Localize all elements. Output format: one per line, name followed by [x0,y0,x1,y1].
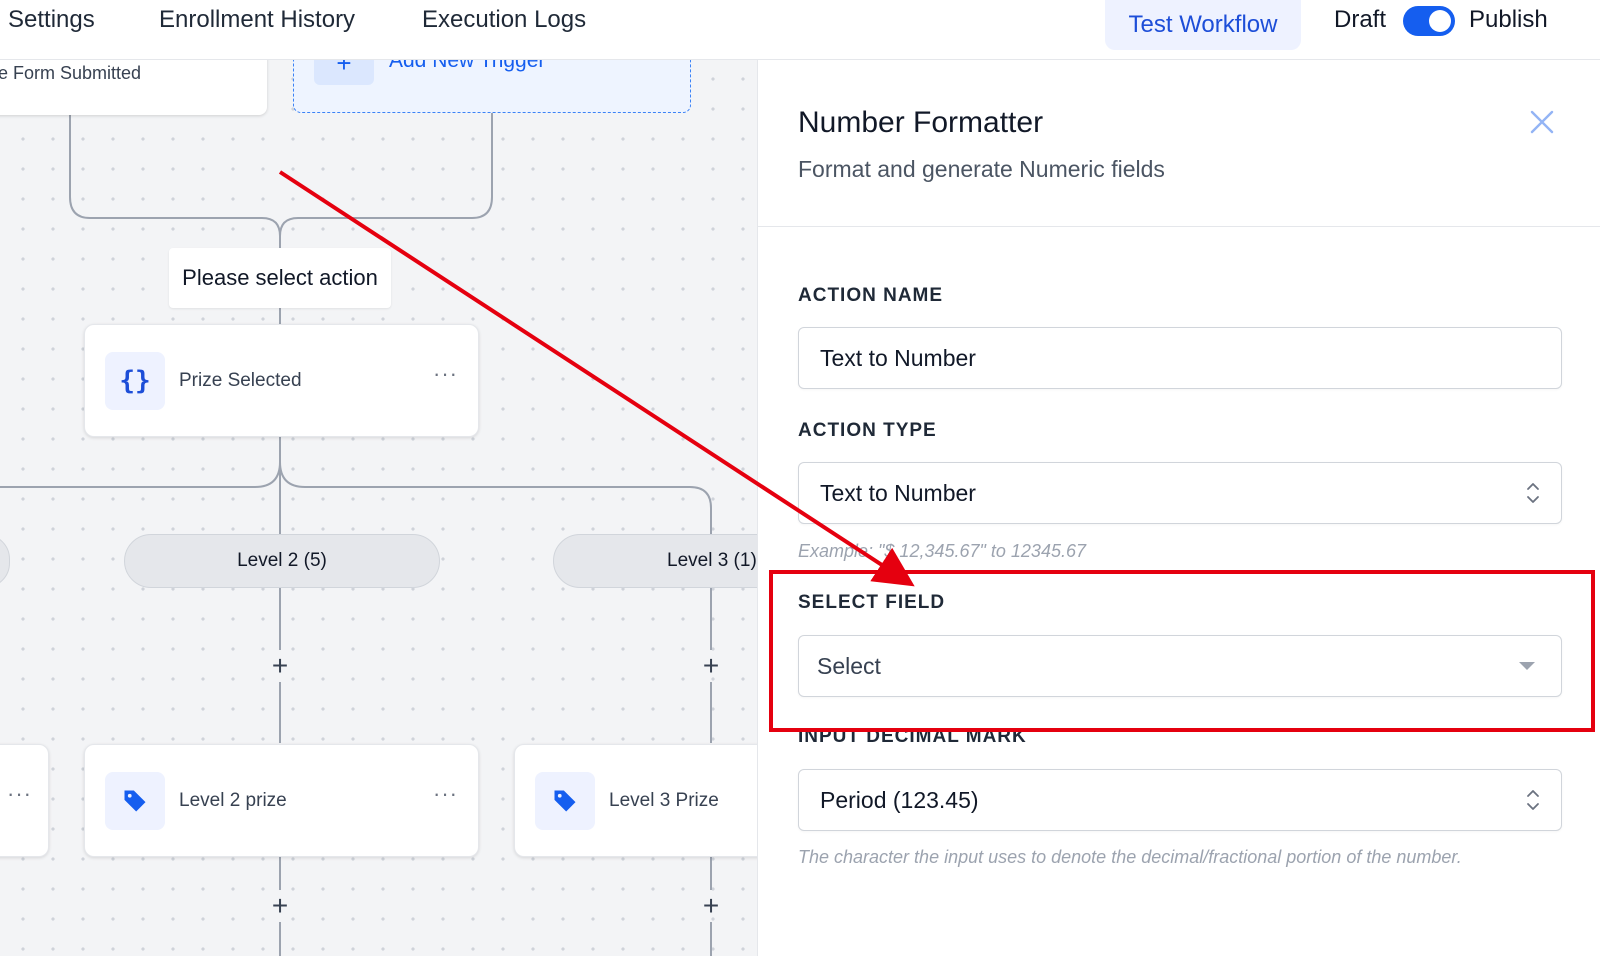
branch-label: Level 3 (1) [667,550,757,571]
add-step-plus-icon[interactable]: + [265,650,295,681]
draft-label: Draft [1334,6,1387,33]
action-type-select[interactable]: Text to Number [798,462,1562,524]
level-3-prize-node[interactable]: Level 3 Prize [514,744,757,857]
chevron-up-down-icon [1527,483,1539,503]
tab-enrollment-history[interactable]: Enrollment History [159,6,355,34]
panel-title: Number Formatter [798,106,1044,139]
please-select-action-text: Please select action [182,265,378,290]
action-type-value: Text to Number [820,479,976,506]
tag-icon [535,772,595,830]
branch-pill-level2[interactable]: Level 2 (5) [124,534,440,588]
caret-down-icon [1519,662,1535,670]
trigger-card-label: e Form Submitted [0,63,142,83]
select-field-label: SELECT FIELD [798,592,946,613]
trigger-card[interactable]: e Form Submitted [0,60,267,115]
top-bar: Settings Enrollment History Execution Lo… [0,0,1600,60]
connector-trigger-right [279,113,493,237]
more-options-icon[interactable]: ··· [433,361,458,387]
chevron-up-down-icon [1527,790,1539,810]
more-options-icon[interactable]: ··· [433,781,458,807]
workflow-canvas[interactable]: e Form Submitted + Add New Trigger Pleas… [0,60,757,956]
close-icon[interactable] [1528,108,1556,136]
add-step-plus-icon[interactable]: + [696,890,726,921]
add-step-plus-icon[interactable]: + [265,890,295,921]
panel-divider [758,226,1600,227]
level-2-prize-node[interactable]: Level 2 prize ··· [84,744,479,857]
prize-selected-node[interactable]: {} Prize Selected ··· [84,324,479,437]
tab-settings[interactable]: Settings [8,6,95,34]
connector-trigger-left [69,115,281,248]
add-step-plus-icon[interactable]: + [696,650,726,681]
toggle-knob [1429,10,1451,32]
decimal-mark-label: INPUT DECIMAL MARK [798,726,1027,747]
connector-split-left [0,437,281,488]
decimal-mark-hint: The character the input uses to denote t… [798,847,1462,867]
test-workflow-label: Test Workflow [1128,11,1278,38]
panel-subtitle: Format and generate Numeric fields [798,156,1165,182]
plus-icon: + [314,60,374,85]
action-name-input[interactable]: Text to Number [798,327,1562,389]
branch-pill-level3[interactable]: Level 3 (1) [553,534,757,588]
braces-icon: {} [105,352,165,410]
please-select-action[interactable]: Please select action [169,248,391,308]
node-label: Level 2 prize [179,790,287,811]
add-trigger-card[interactable]: + Add New Trigger [293,60,691,113]
action-name-value: Text to Number [820,344,976,371]
publish-label: Publish [1469,6,1548,33]
tab-execution-logs[interactable]: Execution Logs [422,6,586,34]
number-formatter-panel: Number Formatter Format and generate Num… [757,60,1600,956]
select-field-dropdown[interactable]: Select [798,635,1562,697]
action-name-label: ACTION NAME [798,285,944,306]
add-trigger-label: Add New Trigger [389,60,546,72]
connector-split-right [279,461,712,534]
node-label: Prize Selected [179,370,302,391]
decimal-mark-value: Period (123.45) [820,786,979,813]
tag-icon [105,772,165,830]
decimal-mark-select[interactable]: Period (123.45) [798,769,1562,831]
level-1-prize-node[interactable]: ··· [0,744,49,857]
select-field-placeholder: Select [817,652,881,679]
action-type-label: ACTION TYPE [798,420,937,441]
more-options-icon[interactable]: ··· [7,781,32,807]
test-workflow-button[interactable]: Test Workflow [1105,0,1301,50]
publish-toggle[interactable] [1403,6,1455,36]
action-type-hint: Example: "$ 12,345.67" to 12345.67 [798,541,1086,561]
node-label: Level 3 Prize [609,790,719,811]
branch-label: Level 2 (5) [237,550,327,571]
